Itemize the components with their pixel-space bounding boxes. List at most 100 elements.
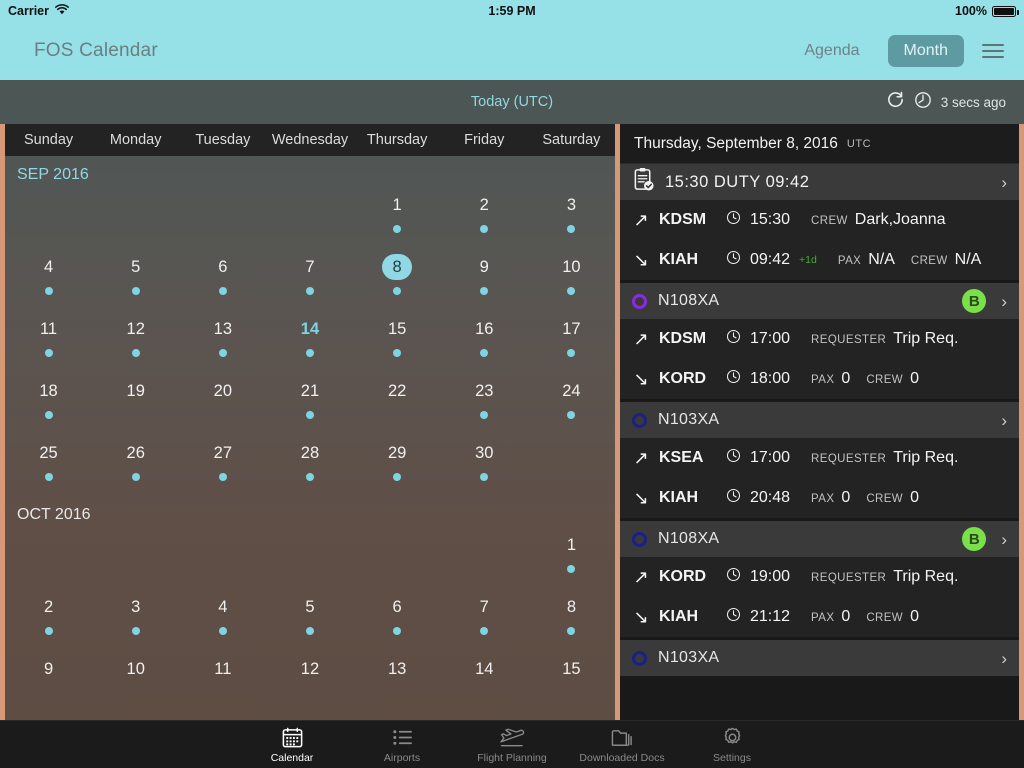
calendar-event-dot bbox=[44, 349, 53, 357]
calendar-day-cell[interactable]: 27 bbox=[179, 434, 266, 496]
calendar-day-cell[interactable]: 18 bbox=[5, 372, 92, 434]
arrow-arrive-icon: ↘ bbox=[633, 487, 649, 508]
calendar-day-cell[interactable]: 4 bbox=[179, 588, 266, 650]
calendar-event-dot bbox=[393, 473, 402, 481]
flight-card-header[interactable]: N103XA › bbox=[620, 640, 1019, 676]
tab-flight-planning[interactable]: Flight Planning bbox=[457, 726, 567, 764]
calendar-no-event-spacer bbox=[306, 565, 314, 573]
calendar-day-cell[interactable]: 30 bbox=[441, 434, 528, 496]
list-menu-icon[interactable] bbox=[980, 40, 1006, 62]
airport-code: KDSM bbox=[659, 330, 707, 347]
calendar-day-number: 12 bbox=[300, 660, 320, 678]
flight-card-header[interactable]: N108XA B › bbox=[620, 521, 1019, 557]
calendar-day-cell[interactable]: 9 bbox=[5, 650, 92, 712]
calendar-day-number: 22 bbox=[387, 382, 407, 400]
calendar-day-cell[interactable]: 13 bbox=[179, 310, 266, 372]
calendar-day-cell[interactable]: 12 bbox=[266, 650, 353, 712]
calendar-day-cell[interactable]: 29 bbox=[354, 434, 441, 496]
calendar-day-cell[interactable]: 9 bbox=[441, 248, 528, 310]
calendar-day-cell[interactable]: 3 bbox=[528, 186, 615, 248]
duty-card-header[interactable]: 15:30 DUTY 09:42 › bbox=[620, 164, 1019, 200]
calendar-grid[interactable]: SEP 2016 1 2 3 4 5 6 7 8 9 10 11 12 13 14 15 16 17 18 19 20 2… bbox=[5, 156, 615, 712]
tab-downloaded-docs[interactable]: Downloaded Docs bbox=[567, 726, 677, 764]
calendar-event-dot bbox=[567, 287, 576, 295]
calendar-empty-cell bbox=[354, 526, 441, 588]
calendar-event-dot bbox=[305, 349, 314, 357]
calendar-day-cell[interactable]: 11 bbox=[179, 650, 266, 712]
calendar-day-cell[interactable]: 4 bbox=[5, 248, 92, 310]
chevron-right-icon[interactable]: › bbox=[997, 412, 1007, 429]
leg-meta-key: REQUESTER bbox=[811, 334, 887, 346]
tab-month[interactable]: Month bbox=[887, 35, 964, 67]
calendar-day-cell[interactable]: 3 bbox=[92, 588, 179, 650]
calendar-day-cell[interactable]: 16 bbox=[441, 310, 528, 372]
calendar-day-number: 30 bbox=[475, 444, 494, 462]
tab-airports[interactable]: Airports bbox=[347, 726, 457, 764]
calendar-event-dot bbox=[480, 411, 489, 419]
leg-meta-key: REQUESTER bbox=[811, 572, 887, 584]
flight-leg-row[interactable]: ↘ KIAH 21:12 PAX 0 CREW 0 bbox=[620, 597, 1019, 637]
flight-leg-row[interactable]: ↘ KORD 18:00 PAX 0 CREW 0 bbox=[620, 359, 1019, 399]
calendar-day-cell[interactable]: 5 bbox=[266, 588, 353, 650]
tab-calendar[interactable]: Calendar bbox=[237, 726, 347, 764]
flight-leg-row[interactable]: ↘ KIAH 09:42 +1d PAX N/A CREW N/A bbox=[620, 240, 1019, 280]
calendar-week-row: 11 12 13 14 15 16 17 bbox=[5, 310, 615, 372]
calendar-day-cell[interactable]: 10 bbox=[528, 248, 615, 310]
calendar-day-cell[interactable]: 26 bbox=[92, 434, 179, 496]
tab-settings[interactable]: Settings bbox=[677, 726, 787, 764]
calendar-day-cell[interactable]: 7 bbox=[441, 588, 528, 650]
chevron-right-icon[interactable]: › bbox=[997, 650, 1007, 667]
calendar-day-cell[interactable]: 6 bbox=[179, 248, 266, 310]
calendar-day-number bbox=[208, 532, 238, 558]
calendar-day-cell[interactable]: 5 bbox=[92, 248, 179, 310]
today-button[interactable]: Today (UTC) bbox=[0, 94, 1024, 110]
flight-leg-row[interactable]: ↗ KORD 19:00 REQUESTER Trip Req. bbox=[620, 557, 1019, 597]
chevron-right-icon[interactable]: › bbox=[997, 174, 1007, 191]
calendar-event-dot bbox=[567, 349, 576, 357]
chevron-right-icon[interactable]: › bbox=[997, 293, 1007, 310]
calendar-day-cell[interactable]: 14 bbox=[441, 650, 528, 712]
flight-leg-row[interactable]: ↗ KSEA 17:00 REQUESTER Trip Req. bbox=[620, 438, 1019, 478]
calendar-empty-cell bbox=[266, 186, 353, 248]
calendar-day-cell[interactable]: 23 bbox=[441, 372, 528, 434]
airport-code: KIAH bbox=[659, 251, 699, 268]
calendar-day-cell[interactable]: 12 bbox=[92, 310, 179, 372]
flight-card-header[interactable]: N103XA › bbox=[620, 402, 1019, 438]
refresh-icon[interactable] bbox=[886, 90, 905, 114]
tab-agenda[interactable]: Agenda bbox=[792, 35, 871, 67]
flight-card-header[interactable]: N108XA B › bbox=[620, 283, 1019, 319]
calendar-day-number: 18 bbox=[39, 382, 58, 400]
calendar-day-cell[interactable]: 14 bbox=[266, 310, 353, 372]
calendar-day-cell[interactable]: 10 bbox=[92, 650, 179, 712]
calendar-day-cell[interactable]: 7 bbox=[266, 248, 353, 310]
calendar-day-cell[interactable]: 22 bbox=[354, 372, 441, 434]
calendar-day-cell[interactable]: 2 bbox=[5, 588, 92, 650]
calendar-day-cell[interactable]: 19 bbox=[92, 372, 179, 434]
calendar-day-cell[interactable]: 8 bbox=[528, 588, 615, 650]
calendar-event-dot bbox=[218, 473, 227, 481]
calendar-day-cell[interactable]: 6 bbox=[354, 588, 441, 650]
calendar-day-cell[interactable]: 2 bbox=[441, 186, 528, 248]
calendar-day-cell[interactable]: 15 bbox=[528, 650, 615, 712]
calendar-day-cell[interactable]: 28 bbox=[266, 434, 353, 496]
calendar-day-cell[interactable]: 17 bbox=[528, 310, 615, 372]
agenda-surface[interactable]: Thursday, September 8, 2016 UTC 15:30 DU… bbox=[620, 124, 1019, 767]
calendar-day-cell[interactable]: 20 bbox=[179, 372, 266, 434]
calendar-day-cell[interactable]: 1 bbox=[354, 186, 441, 248]
flight-leg-row[interactable]: ↗ KDSM 17:00 REQUESTER Trip Req. bbox=[620, 319, 1019, 359]
calendar-day-cell[interactable]: 8 bbox=[354, 248, 441, 310]
calendar-day-cell[interactable]: 21 bbox=[266, 372, 353, 434]
calendar-day-cell[interactable]: 1 bbox=[528, 526, 615, 588]
flight-leg-row[interactable]: ↘ KIAH 20:48 PAX 0 CREW 0 bbox=[620, 478, 1019, 518]
calendar-day-cell[interactable]: 13 bbox=[354, 650, 441, 712]
chevron-right-icon[interactable]: › bbox=[997, 531, 1007, 548]
calendar-event-dot bbox=[480, 349, 489, 357]
calendar-day-cell[interactable]: 25 bbox=[5, 434, 92, 496]
calendar-day-cell[interactable]: 24 bbox=[528, 372, 615, 434]
calendar-day-cell[interactable]: 15 bbox=[354, 310, 441, 372]
weekday-label-saturday: Saturday bbox=[542, 132, 601, 148]
arrow-arrive-icon: ↘ bbox=[633, 249, 649, 270]
calendar-day-cell[interactable]: 11 bbox=[5, 310, 92, 372]
calendar-no-event-spacer bbox=[306, 225, 314, 233]
flight-leg-row[interactable]: ↗ KDSM 15:30 CREW Dark,Joanna bbox=[620, 200, 1019, 240]
